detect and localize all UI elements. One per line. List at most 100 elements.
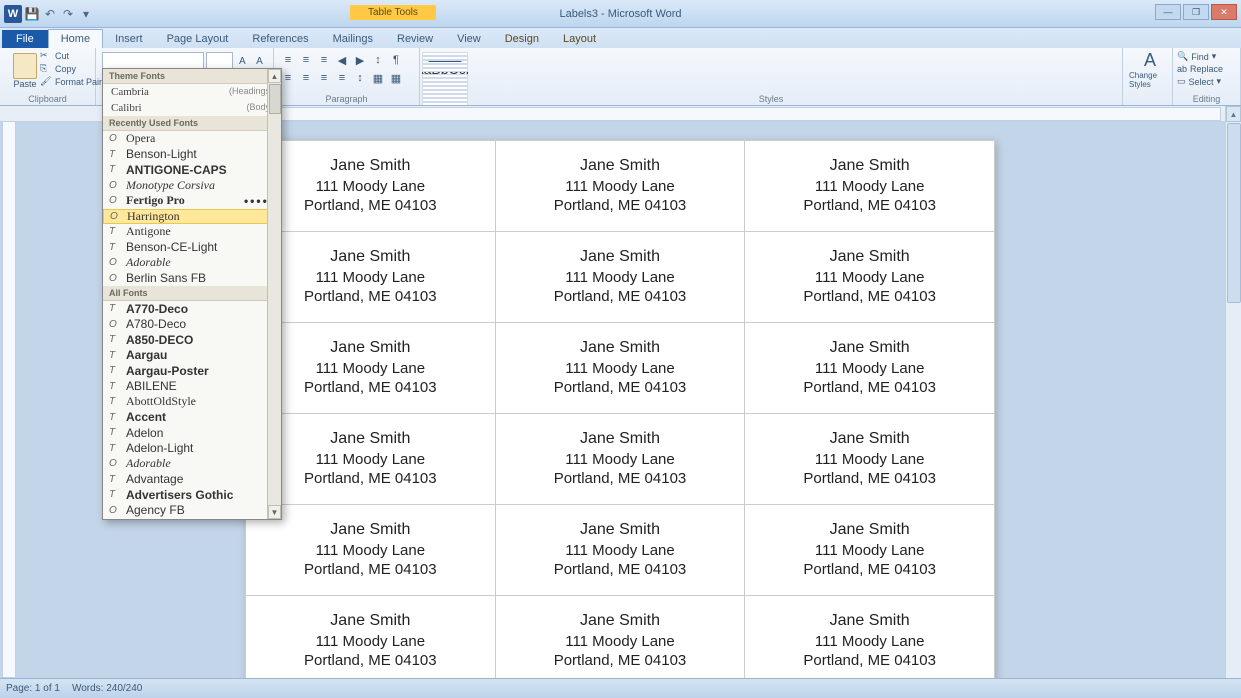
- font-option[interactable]: TA850-DECO: [103, 332, 281, 348]
- font-option[interactable]: TAdvantage: [103, 472, 281, 488]
- font-option[interactable]: TAdvertisers Gothic: [103, 487, 281, 503]
- vertical-scrollbar[interactable]: ▲: [1225, 106, 1241, 678]
- label-cell[interactable]: Jane Smith111 Moody LanePortland, ME 041…: [495, 505, 745, 596]
- font-option[interactable]: TAdelon: [103, 425, 281, 441]
- font-option[interactable]: TBenson-Light: [103, 147, 281, 163]
- statusbar: Page: 1 of 1 Words: 240/240: [0, 678, 1241, 698]
- label-cell[interactable]: Jane Smith111 Moody LanePortland, ME 041…: [246, 596, 496, 679]
- tab-file[interactable]: File: [2, 30, 48, 48]
- scroll-thumb[interactable]: [1227, 123, 1241, 303]
- restore-button[interactable]: ❐: [1183, 4, 1209, 20]
- numbering-button[interactable]: ≡: [298, 52, 314, 68]
- dropdown-scroll-up[interactable]: ▲: [268, 69, 281, 83]
- justify-button[interactable]: ≡: [334, 70, 350, 86]
- word-count[interactable]: Words: 240/240: [72, 683, 142, 694]
- align-center-button[interactable]: ≡: [298, 70, 314, 86]
- horizontal-ruler[interactable]: [260, 107, 1221, 121]
- dropdown-scroll-thumb[interactable]: [269, 84, 281, 114]
- change-styles-group: A Change Styles: [1123, 48, 1173, 105]
- replace-button[interactable]: abReplace: [1177, 64, 1236, 74]
- font-option[interactable]: TAargau: [103, 348, 281, 364]
- tab-layout[interactable]: Layout: [551, 30, 608, 48]
- theme-fonts-header: Theme Fonts: [103, 69, 281, 84]
- align-right-button[interactable]: ≡: [316, 70, 332, 86]
- label-cell[interactable]: Jane Smith111 Moody LanePortland, ME 041…: [495, 596, 745, 679]
- label-cell[interactable]: Jane Smith111 Moody LanePortland, ME 041…: [745, 141, 995, 232]
- font-option[interactable]: TAargau-Poster: [103, 363, 281, 379]
- shrink-font-button[interactable]: A: [252, 53, 267, 69]
- tab-review[interactable]: Review: [385, 30, 445, 48]
- font-option[interactable]: OOpera: [103, 131, 281, 147]
- paste-button[interactable]: Paste: [6, 50, 44, 92]
- page-indicator[interactable]: Page: 1 of 1: [6, 683, 60, 694]
- tab-design[interactable]: Design: [493, 30, 551, 48]
- line-spacing-button[interactable]: ↕: [352, 70, 368, 86]
- label-cell[interactable]: Jane Smith111 Moody LanePortland, ME 041…: [745, 505, 995, 596]
- theme-font-option[interactable]: Cambria(Headings): [103, 84, 281, 100]
- label-cell[interactable]: Jane Smith111 Moody LanePortland, ME 041…: [495, 141, 745, 232]
- multilevel-button[interactable]: ≡: [316, 52, 332, 68]
- font-option[interactable]: OBerlin Sans FB: [103, 271, 281, 287]
- dropdown-scroll-down[interactable]: ▼: [268, 505, 281, 519]
- label-cell[interactable]: Jane Smith111 Moody LanePortland, ME 041…: [745, 414, 995, 505]
- font-option[interactable]: TA770-Deco: [103, 301, 281, 317]
- bullets-button[interactable]: ≡: [280, 52, 296, 68]
- font-option[interactable]: TABILENE: [103, 379, 281, 395]
- sort-button[interactable]: ↕: [370, 52, 386, 68]
- qat-more-icon[interactable]: ▾: [78, 6, 94, 22]
- tab-references[interactable]: References: [240, 30, 320, 48]
- scroll-up-button[interactable]: ▲: [1226, 106, 1241, 122]
- show-marks-button[interactable]: ¶: [388, 52, 404, 68]
- font-option[interactable]: OAharoniאבגד הוז: [103, 518, 281, 520]
- editing-group: 🔍Find ▾ abReplace ▭Select ▾ Editing: [1173, 48, 1241, 105]
- document-page[interactable]: Jane Smith111 Moody LanePortland, ME 041…: [245, 140, 995, 678]
- label-cell[interactable]: Jane Smith111 Moody LanePortland, ME 041…: [495, 414, 745, 505]
- vertical-ruler[interactable]: [2, 106, 16, 678]
- font-option[interactable]: TAdelon-Light: [103, 441, 281, 457]
- undo-icon[interactable]: ↶: [42, 6, 58, 22]
- label-cell[interactable]: Jane Smith111 Moody LanePortland, ME 041…: [495, 323, 745, 414]
- minimize-button[interactable]: —: [1155, 4, 1181, 20]
- change-styles-button[interactable]: A Change Styles: [1129, 50, 1171, 89]
- font-option[interactable]: TAccent: [103, 410, 281, 426]
- save-icon[interactable]: 💾: [24, 6, 40, 22]
- font-option[interactable]: OAdorable: [103, 456, 281, 472]
- font-option[interactable]: OMonotype Corsiva: [103, 178, 281, 194]
- dropdown-scrollbar[interactable]: ▲ ▼: [267, 69, 281, 519]
- label-cell[interactable]: Jane Smith111 Moody LanePortland, ME 041…: [495, 232, 745, 323]
- label-cell[interactable]: Jane Smith111 Moody LanePortland, ME 041…: [246, 232, 496, 323]
- tab-home[interactable]: Home: [48, 29, 103, 48]
- tab-mailings[interactable]: Mailings: [321, 30, 385, 48]
- label-cell[interactable]: Jane Smith111 Moody LanePortland, ME 041…: [246, 505, 496, 596]
- document-title: Labels3 - Microsoft Word: [559, 8, 681, 20]
- font-option[interactable]: TAbottOldStyle: [103, 394, 281, 410]
- label-cell[interactable]: Jane Smith111 Moody LanePortland, ME 041…: [246, 323, 496, 414]
- label-cell[interactable]: Jane Smith111 Moody LanePortland, ME 041…: [246, 141, 496, 232]
- font-option[interactable]: OFertigo Pro•••••: [103, 193, 281, 209]
- decrease-indent-button[interactable]: ◀: [334, 52, 350, 68]
- font-option[interactable]: OAdorable: [103, 255, 281, 271]
- label-cell[interactable]: Jane Smith111 Moody LanePortland, ME 041…: [745, 232, 995, 323]
- borders-button[interactable]: ▦: [388, 70, 404, 86]
- label-cell[interactable]: Jane Smith111 Moody LanePortland, ME 041…: [246, 414, 496, 505]
- align-left-button[interactable]: ≡: [280, 70, 296, 86]
- label-cell[interactable]: Jane Smith111 Moody LanePortland, ME 041…: [745, 323, 995, 414]
- font-option[interactable]: OA780-Deco: [103, 317, 281, 333]
- tab-page-layout[interactable]: Page Layout: [155, 30, 241, 48]
- select-button[interactable]: ▭Select ▾: [1177, 76, 1236, 87]
- font-option[interactable]: TAntigone: [103, 224, 281, 240]
- font-option[interactable]: OHarrington: [103, 209, 281, 225]
- theme-font-option[interactable]: Calibri(Body): [103, 100, 281, 116]
- close-button[interactable]: ✕: [1211, 4, 1237, 20]
- find-button[interactable]: 🔍Find ▾: [1177, 51, 1236, 62]
- label-cell[interactable]: Jane Smith111 Moody LanePortland, ME 041…: [745, 596, 995, 679]
- grow-font-button[interactable]: A: [235, 53, 250, 69]
- redo-icon[interactable]: ↷: [60, 6, 76, 22]
- tab-insert[interactable]: Insert: [103, 30, 155, 48]
- font-option[interactable]: OAgency FB: [103, 503, 281, 519]
- font-option[interactable]: TANTIGONE-CAPS: [103, 162, 281, 178]
- increase-indent-button[interactable]: ▶: [352, 52, 368, 68]
- font-option[interactable]: TBenson-CE-Light: [103, 240, 281, 256]
- tab-view[interactable]: View: [445, 30, 493, 48]
- shading-button[interactable]: ▦: [370, 70, 386, 86]
